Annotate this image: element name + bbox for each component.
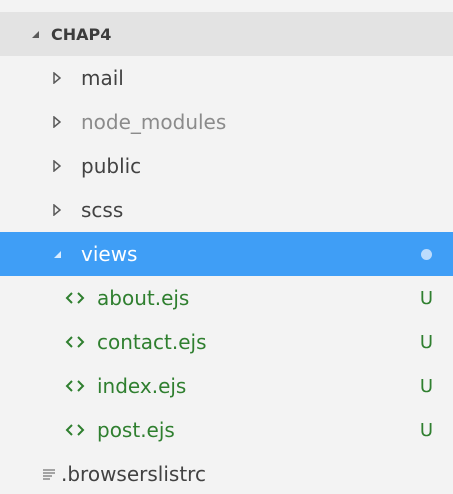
git-status-badge: U bbox=[419, 375, 433, 397]
folder-node-modules[interactable]: node_modules bbox=[0, 100, 453, 144]
code-brackets-icon bbox=[65, 290, 87, 306]
collapsed-triangle-icon bbox=[52, 160, 62, 172]
folder-mail[interactable]: mail bbox=[0, 56, 453, 100]
collapsed-triangle-icon bbox=[52, 116, 62, 128]
expanded-triangle-icon bbox=[52, 248, 62, 260]
code-brackets-icon bbox=[65, 334, 87, 350]
folder-label: node_modules bbox=[81, 110, 227, 134]
file-label: post.ejs bbox=[97, 418, 175, 442]
folder-label: public bbox=[81, 154, 142, 178]
folder-label: mail bbox=[81, 66, 124, 90]
folder-label: views bbox=[81, 242, 138, 266]
git-status-badge: U bbox=[419, 419, 433, 441]
file-explorer: CHAP4 mail node_modules public scss view… bbox=[0, 0, 453, 494]
file-about-ejs[interactable]: about.ejs U bbox=[0, 276, 453, 320]
file-label: index.ejs bbox=[97, 374, 187, 398]
folder-header-chap4[interactable]: CHAP4 bbox=[0, 12, 453, 56]
collapsed-triangle-icon bbox=[52, 72, 62, 84]
lines-icon bbox=[42, 467, 56, 481]
git-status-badge: U bbox=[419, 287, 433, 309]
file-contact-ejs[interactable]: contact.ejs U bbox=[0, 320, 453, 364]
folder-header-label: CHAP4 bbox=[51, 24, 112, 44]
expanded-triangle-icon bbox=[30, 28, 40, 40]
file-index-ejs[interactable]: index.ejs U bbox=[0, 364, 453, 408]
folder-scss[interactable]: scss bbox=[0, 188, 453, 232]
modified-dot-icon bbox=[421, 248, 432, 260]
code-brackets-icon bbox=[65, 422, 87, 438]
file-label: about.ejs bbox=[97, 286, 190, 310]
file-browserslistrc[interactable]: .browserslistrc bbox=[0, 452, 453, 494]
file-label: contact.ejs bbox=[97, 330, 207, 354]
folder-label: scss bbox=[81, 198, 124, 222]
file-label: .browserslistrc bbox=[61, 462, 206, 486]
folder-views[interactable]: views bbox=[0, 232, 453, 276]
git-status-badge: U bbox=[419, 331, 433, 353]
file-post-ejs[interactable]: post.ejs U bbox=[0, 408, 453, 452]
code-brackets-icon bbox=[65, 378, 87, 394]
folder-public[interactable]: public bbox=[0, 144, 453, 188]
collapsed-triangle-icon bbox=[52, 204, 62, 216]
